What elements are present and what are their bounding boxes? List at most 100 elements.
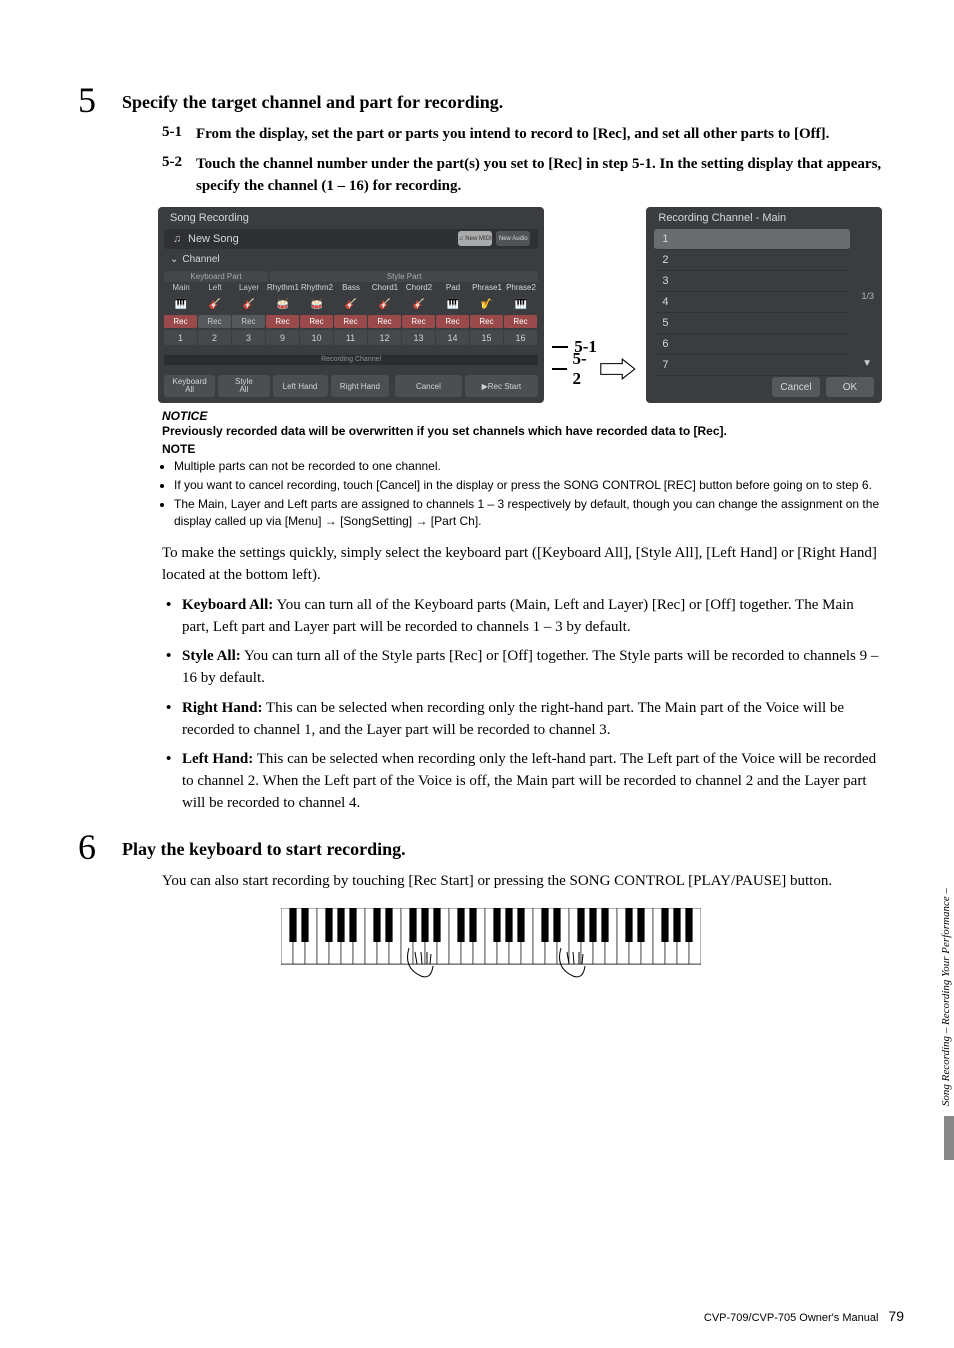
rec-toggle-row: Rec Rec Rec Rec Rec Rec Rec Rec Rec Rec … xyxy=(164,315,538,328)
note-list: Multiple parts can not be recorded to on… xyxy=(162,458,882,529)
rec-toggle[interactable]: Rec xyxy=(266,315,299,328)
recording-channel-popup: Recording Channel - Main 1 2 3 4 5 6 7 1… xyxy=(646,207,882,403)
channel-option[interactable]: 5 xyxy=(654,313,850,334)
screenshot-figure: Song Recording ♫ New Song ♫New MIDI New … xyxy=(158,207,882,403)
recording-channel-bar: Recording Channel xyxy=(164,355,538,365)
callout-line xyxy=(552,368,566,370)
channel-number-button[interactable]: 15 xyxy=(470,330,503,345)
note-item: The Main, Layer and Left parts are assig… xyxy=(174,496,882,530)
channel-number-button[interactable]: 1 xyxy=(164,330,197,345)
channel-number-button[interactable]: 13 xyxy=(402,330,435,345)
def-style-all: Style All: You can turn all of the Style… xyxy=(182,646,882,690)
footer: CVP-709/CVP-705 Owner's Manual 79 xyxy=(704,1308,904,1324)
substep-5-1-text: From the display, set the part or parts … xyxy=(196,124,829,146)
channel-option[interactable]: 7 xyxy=(654,355,850,376)
popup-ok-button[interactable]: OK xyxy=(826,377,874,397)
page-indicator: 1/3 xyxy=(861,291,874,301)
channel-grid: Keyboard Part Style Part Main Left Layer… xyxy=(164,271,538,345)
step-6-heading: 6 Play the keyboard to start recording. xyxy=(78,829,904,865)
rec-toggle[interactable]: Rec xyxy=(334,315,367,328)
horn-icon: 🎷 xyxy=(470,293,504,315)
screen1-header-row: ♫ New Song ♫New MIDI New Audio xyxy=(164,229,538,249)
channel-number-button[interactable]: 14 xyxy=(436,330,469,345)
substep-5-2-text: Touch the channel number under the part(… xyxy=(196,154,882,198)
side-tab-text: Song Recording – Recording Your Performa… xyxy=(940,888,952,1106)
substep-5-2: 5-2 Touch the channel number under the p… xyxy=(162,154,882,198)
page: 5 Specify the target channel and part fo… xyxy=(0,0,954,1348)
channel-number-button[interactable]: 16 xyxy=(504,330,537,345)
note-heading: NOTE xyxy=(162,442,882,456)
side-tab-bar xyxy=(944,1116,954,1160)
rec-start-button[interactable]: ▶Rec Start xyxy=(465,375,539,397)
part-icons-row: 🎹 🎸 🎸 🥁 🥁 🎸 🎸 🎸 🎹 🎷 🎹 xyxy=(164,293,538,315)
song-recording-screen: Song Recording ♫ New Song ♫New MIDI New … xyxy=(158,207,544,403)
rec-toggle[interactable]: Rec xyxy=(470,315,503,328)
piano-icon: 🎹 xyxy=(504,293,538,315)
keyboard-part-header: Keyboard Part xyxy=(164,271,268,282)
bass-icon: 🎸 xyxy=(334,293,368,315)
manual-title: CVP-709/CVP-705 Owner's Manual xyxy=(704,1312,879,1324)
guitar-icon: 🎸 xyxy=(232,293,266,315)
channel-number-button[interactable]: 11 xyxy=(334,330,367,345)
channel-collapse-row[interactable]: ⌄Channel xyxy=(170,254,220,265)
def-right-hand: Right Hand: This can be selected when re… xyxy=(182,698,882,742)
rec-toggle[interactable]: Rec xyxy=(164,315,197,328)
music-note-icon: ♫ xyxy=(170,232,184,246)
channel-option[interactable]: 3 xyxy=(654,271,850,292)
step-6-body: You can also start recording by touching… xyxy=(162,871,904,893)
def-keyboard-all: Keyboard All: You can turn all of the Ke… xyxy=(182,595,882,639)
note-item: Multiple parts can not be recorded to on… xyxy=(174,458,882,475)
substep-5-2-num: 5-2 xyxy=(162,154,196,198)
quick-settings-paragraph: To make the settings quickly, simply sel… xyxy=(162,543,882,587)
step-6-title: Play the keyboard to start recording. xyxy=(122,829,406,860)
new-audio-pill[interactable]: New Audio xyxy=(496,231,530,246)
channel-option[interactable]: 1 xyxy=(654,229,850,250)
step-5-title: Specify the target channel and part for … xyxy=(122,82,503,113)
substep-5-1-num: 5-1 xyxy=(162,124,196,146)
page-number: 79 xyxy=(888,1308,904,1324)
screen2-title: Recording Channel - Main xyxy=(658,212,786,224)
step-5-body: 5-1 From the display, set the part or pa… xyxy=(162,124,882,815)
rec-toggle[interactable]: Rec xyxy=(300,315,333,328)
style-all-button[interactable]: StyleAll xyxy=(218,375,269,397)
guitar-icon: 🎸 xyxy=(368,293,402,315)
cancel-button[interactable]: Cancel xyxy=(395,375,461,397)
keyboard-all-button[interactable]: KeyboardAll xyxy=(164,375,215,397)
definitions-list: Keyboard All: You can turn all of the Ke… xyxy=(162,595,882,815)
piano-keyboard-icon xyxy=(281,908,701,982)
popup-cancel-button[interactable]: Cancel xyxy=(772,377,820,397)
left-hand-button[interactable]: Left Hand xyxy=(273,375,328,397)
def-left-hand: Left Hand: This can be selected when rec… xyxy=(182,749,882,814)
substep-5-1: 5-1 From the display, set the part or pa… xyxy=(162,124,882,146)
channel-number-button[interactable]: 12 xyxy=(368,330,401,345)
right-hand-button[interactable]: Right Hand xyxy=(331,375,390,397)
screen2-buttons: Cancel OK xyxy=(772,377,874,397)
screen1-title: Song Recording xyxy=(170,212,249,224)
rec-toggle[interactable]: Rec xyxy=(504,315,537,328)
rec-toggle[interactable]: Rec xyxy=(402,315,435,328)
new-song-label: New Song xyxy=(188,233,239,245)
callout-line xyxy=(552,346,568,348)
guitar-icon: 🎸 xyxy=(402,293,436,315)
screen1-bottom-row: KeyboardAll StyleAll Left Hand Right Han… xyxy=(164,375,538,397)
callouts: 5-1 5-2 xyxy=(552,228,636,382)
rec-toggle[interactable]: Rec xyxy=(232,315,265,328)
scroll-down-icon[interactable]: ▼ xyxy=(862,358,872,369)
step-5-number: 5 xyxy=(78,82,122,118)
chevron-down-icon: ⌄ xyxy=(170,254,178,265)
channel-number-button[interactable]: 9 xyxy=(266,330,299,345)
side-tab: Song Recording – Recording Your Performa… xyxy=(936,780,954,1160)
channel-option[interactable]: 2 xyxy=(654,250,850,271)
notice-heading: NOTICE xyxy=(162,409,882,423)
channel-option[interactable]: 6 xyxy=(654,334,850,355)
rec-toggle[interactable]: Rec xyxy=(368,315,401,328)
rec-toggle[interactable]: Rec xyxy=(436,315,469,328)
channel-option[interactable]: 4 xyxy=(654,292,850,313)
arrow-icon xyxy=(599,357,637,381)
new-midi-pill[interactable]: ♫New MIDI xyxy=(458,231,492,246)
channel-number-button[interactable]: 3 xyxy=(232,330,265,345)
channel-number-button[interactable]: 2 xyxy=(198,330,231,345)
rec-toggle[interactable]: Rec xyxy=(198,315,231,328)
drum-icon: 🥁 xyxy=(300,293,334,315)
channel-number-button[interactable]: 10 xyxy=(300,330,333,345)
